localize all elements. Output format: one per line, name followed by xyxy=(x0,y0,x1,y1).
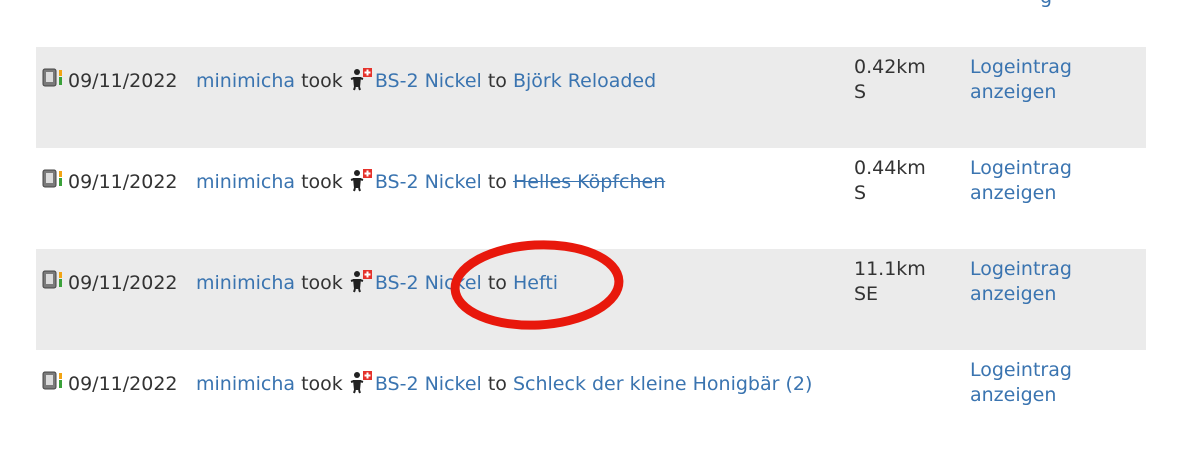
user-link[interactable]: minimicha xyxy=(196,70,295,92)
table-row: 09/11/2022 minimicha took BS-2 Nickel to… xyxy=(36,148,1146,249)
view-log-link[interactable]: Logeintrag anzeigen xyxy=(970,156,1146,206)
partial-link-top[interactable]: g xyxy=(1040,0,1052,8)
log-date: 09/11/2022 xyxy=(68,171,178,193)
view-log-link[interactable]: Logeintrag anzeigen xyxy=(970,358,1146,408)
view-log-link[interactable]: Logeintrag anzeigen xyxy=(970,257,1146,307)
travel-bug-icon xyxy=(349,67,373,96)
log-date: 09/11/2022 xyxy=(68,373,178,395)
table-row: 09/11/2022 minimicha took BS-2 Nickel to… xyxy=(36,350,1146,451)
trackable-link[interactable]: BS-2 Nickel xyxy=(375,373,482,395)
retrieved-log-icon xyxy=(42,269,66,296)
log-date: 09/11/2022 xyxy=(68,272,178,294)
trackable-link[interactable]: BS-2 Nickel xyxy=(375,171,482,193)
cache-link-archived[interactable]: Helles Köpfchen xyxy=(513,171,665,193)
retrieved-log-icon xyxy=(42,168,66,195)
distance: 11.1km xyxy=(854,258,926,280)
cache-link[interactable]: Hefti xyxy=(513,272,558,294)
retrieved-log-icon xyxy=(42,370,66,397)
direction: S xyxy=(854,182,867,204)
user-link[interactable]: minimicha xyxy=(196,272,295,294)
trackable-log-table: 09/11/2022 minimicha took BS-2 Nickel to… xyxy=(36,47,1146,451)
retrieved-log-icon xyxy=(42,67,66,94)
travel-bug-icon xyxy=(349,269,373,298)
log-date: 09/11/2022 xyxy=(68,70,178,92)
travel-bug-icon xyxy=(349,370,373,399)
table-row: 09/11/2022 minimicha took BS-2 Nickel to… xyxy=(36,47,1146,148)
distance: 0.42km xyxy=(854,56,926,78)
log-verb: took xyxy=(301,373,343,395)
user-link[interactable]: minimicha xyxy=(196,171,295,193)
log-prep: to xyxy=(487,272,507,294)
user-link[interactable]: minimicha xyxy=(196,373,295,395)
travel-bug-icon xyxy=(349,168,373,197)
direction: SE xyxy=(854,283,879,305)
log-verb: took xyxy=(301,70,343,92)
cache-link[interactable]: Schleck der kleine Honigbär (2) xyxy=(513,373,812,395)
direction: S xyxy=(854,81,867,103)
trackable-link[interactable]: BS-2 Nickel xyxy=(375,70,482,92)
trackable-link[interactable]: BS-2 Nickel xyxy=(375,272,482,294)
log-verb: took xyxy=(301,272,343,294)
view-log-link[interactable]: Logeintrag anzeigen xyxy=(970,55,1146,105)
cache-link[interactable]: Björk Reloaded xyxy=(513,70,656,92)
log-prep: to xyxy=(487,70,507,92)
log-prep: to xyxy=(487,171,507,193)
distance: 0.44km xyxy=(854,157,926,179)
log-verb: took xyxy=(301,171,343,193)
log-prep: to xyxy=(487,373,507,395)
table-row: 09/11/2022 minimicha took BS-2 Nickel to… xyxy=(36,249,1146,350)
